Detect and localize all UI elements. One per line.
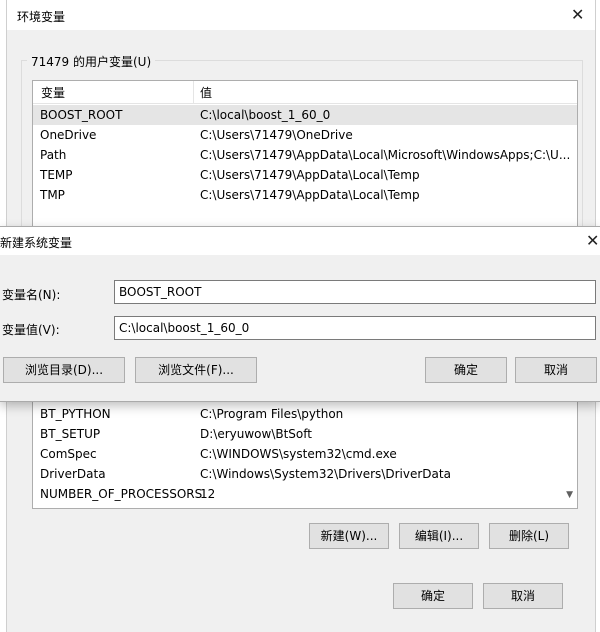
variable-value-label: 变量值(V): — [2, 323, 60, 337]
dialog-ok-button[interactable]: 确定 — [425, 357, 507, 383]
table-row[interactable]: TEMP C:\Users\71479\AppData\Local\Temp — [33, 165, 577, 185]
window-title: 环境变量 — [17, 10, 66, 24]
dialog-cancel-button[interactable]: 取消 — [515, 357, 597, 383]
browse-directory-button[interactable]: 浏览目录(D)... — [3, 357, 125, 383]
table-row[interactable]: ComSpec C:\WINDOWS\system32\cmd.exe — [33, 444, 577, 464]
user-variables-list[interactable]: 变量 值 BOOST_ROOT C:\local\boost_1_60_0 On… — [32, 80, 578, 230]
close-icon[interactable]: ✕ — [571, 7, 584, 23]
scroll-down-icon[interactable]: ▼ — [566, 490, 573, 500]
table-row[interactable]: DriverData C:\Windows\System32\Drivers\D… — [33, 464, 577, 484]
column-header-variable[interactable]: 变量 — [41, 84, 65, 101]
row-variable-value: C:\Users\71479\AppData\Local\Microsoft\W… — [200, 148, 571, 162]
variable-name-input[interactable]: BOOST_ROOT — [114, 280, 596, 304]
row-variable-name: DriverData — [40, 467, 106, 481]
row-variable-value: C:\Users\71479\OneDrive — [200, 128, 353, 142]
row-variable-name: BT_SETUP — [40, 427, 101, 441]
system-variables-list[interactable]: BT_PYTHON C:\Program Files\python BT_SET… — [32, 385, 578, 509]
row-variable-name: OneDrive — [40, 128, 97, 142]
edit-variable-button[interactable]: 编辑(I)... — [399, 523, 479, 549]
row-variable-name: ComSpec — [40, 447, 97, 461]
dialog-title-bar: 新建系统变量 ✕ — [0, 227, 600, 255]
row-variable-value: C:\Program Files\python — [200, 407, 344, 421]
row-variable-value: C:\local\boost_1_60_0 — [200, 108, 331, 122]
table-row[interactable]: Path C:\Users\71479\AppData\Local\Micros… — [33, 145, 577, 165]
cancel-button[interactable]: 取消 — [483, 583, 563, 609]
row-variable-value: D:\eryuwow\BtSoft — [200, 427, 312, 441]
delete-variable-button[interactable]: 删除(L) — [489, 523, 569, 549]
variable-name-label: 变量名(N): — [2, 288, 61, 302]
row-variable-value: C:\Users\71479\AppData\Local\Temp — [200, 188, 420, 202]
row-variable-name: BT_PYTHON — [40, 407, 111, 421]
browse-file-button[interactable]: 浏览文件(F)... — [135, 357, 257, 383]
table-row[interactable]: NUMBER_OF_PROCESSORS 12 — [33, 484, 577, 504]
list-header: 变量 值 — [33, 81, 577, 104]
ok-button[interactable]: 确定 — [393, 583, 473, 609]
row-variable-name: TEMP — [40, 168, 73, 182]
variable-value-input[interactable]: C:\local\boost_1_60_0 — [114, 316, 596, 340]
user-variables-label: 71479 的用户变量(U) — [27, 53, 156, 70]
dialog-close-icon[interactable]: ✕ — [586, 233, 599, 249]
column-header-value[interactable]: 值 — [200, 84, 212, 101]
dialog-title: 新建系统变量 — [0, 236, 73, 250]
title-bar: 环境变量 ✕ — [7, 0, 595, 30]
new-variable-button[interactable]: 新建(W)... — [309, 523, 389, 549]
row-variable-name: NUMBER_OF_PROCESSORS — [40, 487, 203, 501]
row-variable-name: TMP — [40, 188, 65, 202]
row-variable-value: C:\Users\71479\AppData\Local\Temp — [200, 168, 420, 182]
table-row[interactable]: OneDrive C:\Users\71479\OneDrive — [33, 125, 577, 145]
table-row[interactable]: BT_SETUP D:\eryuwow\BtSoft — [33, 424, 577, 444]
new-system-variable-dialog: 新建系统变量 ✕ 变量名(N): BOOST_ROOT 变量值(V): C:\l… — [0, 226, 600, 402]
column-separator — [193, 81, 194, 103]
row-variable-value: C:\Windows\System32\Drivers\DriverData — [200, 467, 451, 481]
table-row[interactable]: BT_PYTHON C:\Program Files\python — [33, 404, 577, 424]
row-variable-value: 12 — [200, 487, 216, 501]
table-row[interactable]: TMP C:\Users\71479\AppData\Local\Temp — [33, 185, 577, 205]
table-row[interactable]: BOOST_ROOT C:\local\boost_1_60_0 — [33, 105, 577, 125]
row-variable-name: BOOST_ROOT — [40, 108, 123, 122]
row-variable-value: C:\WINDOWS\system32\cmd.exe — [200, 447, 397, 461]
row-variable-name: Path — [40, 148, 67, 162]
